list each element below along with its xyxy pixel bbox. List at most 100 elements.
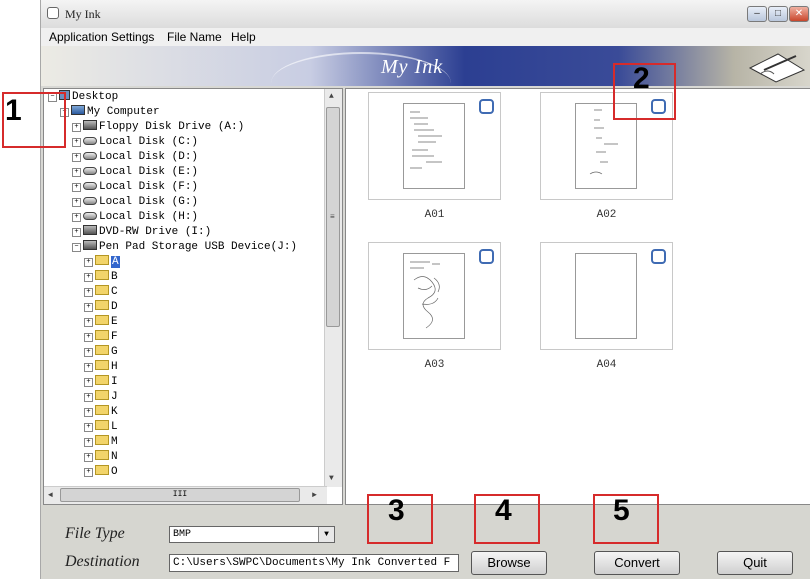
maximize-button[interactable]: □ bbox=[768, 6, 788, 22]
tree-horizontal-scrollbar[interactable]: ◄ III ► bbox=[44, 486, 327, 504]
tree-node-label: Local Disk (G:) bbox=[99, 196, 199, 208]
scroll-down-icon[interactable]: ▼ bbox=[329, 474, 334, 483]
tree-node-label: K bbox=[111, 406, 118, 418]
expand-icon[interactable]: + bbox=[72, 123, 81, 132]
disk-icon bbox=[83, 212, 97, 220]
expand-icon[interactable]: + bbox=[84, 363, 93, 372]
tree-node[interactable]: + L bbox=[84, 420, 118, 434]
tree-node[interactable]: + K bbox=[84, 405, 118, 419]
expand-icon[interactable]: + bbox=[72, 228, 81, 237]
expand-icon[interactable]: + bbox=[84, 303, 93, 312]
tree-node[interactable]: + Local Disk (C:) bbox=[72, 135, 198, 149]
expand-icon[interactable]: + bbox=[72, 138, 81, 147]
expand-icon[interactable]: + bbox=[72, 153, 81, 162]
folder-icon bbox=[95, 435, 109, 445]
file-type-select[interactable]: BMP ▼ bbox=[169, 526, 335, 543]
expand-icon[interactable]: + bbox=[84, 453, 93, 462]
expand-icon[interactable]: + bbox=[84, 288, 93, 297]
tree-node[interactable]: − Pen Pad Storage USB Device(J:) bbox=[72, 240, 297, 254]
expand-icon[interactable]: + bbox=[84, 318, 93, 327]
chevron-down-icon[interactable]: ▼ bbox=[318, 527, 334, 542]
scroll-left-icon[interactable]: ◄ bbox=[48, 491, 53, 500]
thumbnail-panel: A01 A02 A03 A04 bbox=[345, 88, 810, 505]
tree-node-label: Local Disk (C:) bbox=[99, 136, 199, 148]
handwriting-sketch-icon bbox=[410, 261, 440, 329]
tree-node[interactable]: + O bbox=[84, 465, 118, 479]
tree-node[interactable]: − My Computer bbox=[60, 105, 160, 119]
select-checkbox-a04[interactable] bbox=[651, 249, 666, 264]
folder-icon bbox=[95, 360, 109, 370]
folder-icon bbox=[95, 345, 109, 355]
minimize-button[interactable]: – bbox=[747, 6, 767, 22]
folder-icon bbox=[95, 255, 109, 265]
tree-node[interactable]: + H bbox=[84, 360, 118, 374]
destination-field[interactable]: C:\Users\SWPC\Documents\My Ink Converted… bbox=[169, 554, 459, 572]
expand-icon[interactable]: + bbox=[84, 378, 93, 387]
folder-icon bbox=[95, 330, 109, 340]
tree-node[interactable]: + M bbox=[84, 435, 118, 449]
tree-horizontal-scroll-thumb[interactable]: III bbox=[60, 488, 300, 502]
expand-icon[interactable]: + bbox=[84, 423, 93, 432]
expand-icon[interactable]: + bbox=[84, 333, 93, 342]
expand-icon[interactable]: + bbox=[84, 438, 93, 447]
expand-icon[interactable]: + bbox=[72, 168, 81, 177]
expand-icon[interactable]: + bbox=[84, 393, 93, 402]
expand-icon[interactable]: + bbox=[72, 183, 81, 192]
select-checkbox-a01[interactable] bbox=[479, 99, 494, 114]
my-ink-window: My Ink – □ ✕ Application Settings File N… bbox=[40, 0, 810, 579]
tree-node-label: L bbox=[111, 421, 118, 433]
tree-node[interactable]: + J bbox=[84, 390, 118, 404]
expand-icon[interactable]: + bbox=[84, 468, 93, 477]
tree-node[interactable]: + F bbox=[84, 330, 118, 344]
tree-node-label: Local Disk (D:) bbox=[99, 151, 199, 163]
tree-node[interactable]: + G bbox=[84, 345, 118, 359]
menu-file-name[interactable]: File Name bbox=[167, 30, 222, 44]
thumbnail-a03[interactable] bbox=[368, 242, 501, 350]
callout-number-3: 3 bbox=[388, 494, 405, 527]
tree-node[interactable]: + I bbox=[84, 375, 118, 389]
select-checkbox-a03[interactable] bbox=[479, 249, 494, 264]
menu-application-settings[interactable]: Application Settings bbox=[49, 30, 154, 44]
tree-node[interactable]: + A bbox=[84, 255, 120, 269]
tree-node[interactable]: + Local Disk (F:) bbox=[72, 180, 198, 194]
close-button[interactable]: ✕ bbox=[789, 6, 809, 22]
file-type-label: File Type bbox=[65, 525, 125, 542]
collapse-icon[interactable]: − bbox=[72, 243, 81, 252]
browse-button[interactable]: Browse bbox=[471, 551, 547, 575]
tree-node[interactable]: + Local Disk (D:) bbox=[72, 150, 198, 164]
quit-button[interactable]: Quit bbox=[717, 551, 793, 575]
convert-button[interactable]: Convert bbox=[594, 551, 680, 575]
thumbnail-a01[interactable] bbox=[368, 92, 501, 200]
banner: My Ink bbox=[41, 46, 810, 86]
tree-node[interactable]: + E bbox=[84, 315, 118, 329]
expand-icon[interactable]: + bbox=[84, 258, 93, 267]
tree-node[interactable]: + Local Disk (E:) bbox=[72, 165, 198, 179]
expand-icon[interactable]: + bbox=[84, 348, 93, 357]
tree-node[interactable]: + Local Disk (H:) bbox=[72, 210, 198, 224]
page-preview-a04 bbox=[575, 253, 637, 339]
scroll-up-icon[interactable]: ▲ bbox=[329, 92, 334, 101]
tree-node[interactable]: + N bbox=[84, 450, 118, 464]
tree-node[interactable]: + B bbox=[84, 270, 118, 284]
tree-node[interactable]: + DVD-RW Drive (I:) bbox=[72, 225, 211, 239]
tree-node[interactable]: + Floppy Disk Drive (A:) bbox=[72, 120, 244, 134]
expand-icon[interactable]: + bbox=[84, 408, 93, 417]
expand-icon[interactable]: + bbox=[72, 198, 81, 207]
expand-icon[interactable]: + bbox=[72, 213, 81, 222]
tree-node[interactable]: + C bbox=[84, 285, 118, 299]
tree-node-label: Local Disk (F:) bbox=[99, 181, 199, 193]
expand-icon[interactable]: + bbox=[84, 273, 93, 282]
page-preview-a03 bbox=[403, 253, 465, 339]
tree-node-label: F bbox=[111, 331, 118, 343]
callout-number-4: 4 bbox=[495, 494, 512, 527]
menu-help[interactable]: Help bbox=[231, 30, 256, 44]
tree-vertical-scrollbar[interactable]: ▲ ≡ ▼ bbox=[324, 89, 342, 487]
dvd-icon bbox=[83, 225, 97, 235]
tree-node[interactable]: + Local Disk (G:) bbox=[72, 195, 198, 209]
tree-node[interactable]: + D bbox=[84, 300, 118, 314]
tree-node-label: Floppy Disk Drive (A:) bbox=[99, 121, 245, 133]
tree-node-label: G bbox=[111, 346, 118, 358]
scroll-right-icon[interactable]: ► bbox=[312, 491, 317, 500]
thumbnail-a04[interactable] bbox=[540, 242, 673, 350]
folder-tree[interactable]: ▲ ≡ ▼ ◄ III ► − Desktop − My Computer + Flopp… bbox=[43, 88, 343, 505]
